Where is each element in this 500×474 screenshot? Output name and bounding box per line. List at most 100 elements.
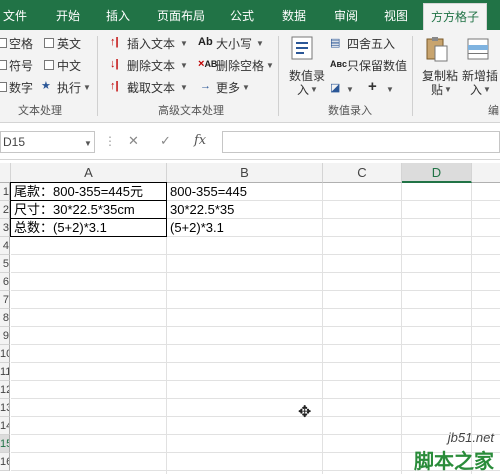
cancel-icon[interactable]: ✕: [128, 133, 139, 149]
row-header-11[interactable]: 11: [0, 363, 10, 381]
tab-fangfang-gezi[interactable]: 方方格子: [423, 3, 487, 30]
execute-dropdown-icon[interactable]: ▼: [83, 83, 91, 92]
more-button[interactable]: 更多: [216, 79, 240, 96]
new-insert-label-line2: 入: [470, 83, 483, 97]
plus-dropdown-icon[interactable]: ▼: [386, 85, 394, 94]
row-header-14[interactable]: 14: [0, 417, 10, 435]
more-dropdown-icon[interactable]: ▼: [242, 83, 250, 92]
keep-values-button[interactable]: 只保留数值: [347, 57, 407, 74]
copy-paste-dropdown-icon[interactable]: ▼: [444, 85, 452, 94]
keep-values-icon: Aʙc: [330, 59, 348, 69]
grid-line: [11, 416, 500, 417]
row-header-9[interactable]: 9: [0, 327, 10, 345]
delete-text-button[interactable]: 删除文本: [127, 57, 175, 74]
english-checkbox[interactable]: [44, 38, 54, 48]
grid-line: [11, 380, 500, 381]
insert-text-button[interactable]: 插入文本: [127, 35, 175, 52]
cell-a2[interactable]: 尺寸：30*22.5*35cm: [11, 201, 166, 219]
row-header-7[interactable]: 7: [0, 291, 10, 309]
row-header-10[interactable]: 10: [0, 345, 10, 363]
column-header-c[interactable]: C: [323, 163, 402, 183]
cell-cursor-icon: ✥: [298, 404, 312, 421]
row-header-6[interactable]: 6: [0, 273, 10, 291]
row-header-12[interactable]: 12: [0, 381, 10, 399]
column-header-d[interactable]: D: [402, 163, 472, 183]
grid-line: [11, 308, 500, 309]
insert-text-dropdown-icon[interactable]: ▼: [180, 39, 188, 48]
cell-a3[interactable]: 总数：(5+2)*3.1: [11, 219, 166, 237]
grid-line: [11, 344, 500, 345]
advanced-text-group-label: 高级文本处理: [158, 105, 224, 117]
chinese-checkbox[interactable]: [44, 60, 54, 70]
tab-formulas[interactable]: 公式: [222, 0, 262, 30]
cell-b3[interactable]: (5+2)*3.1: [167, 219, 322, 237]
ribbon: 空格 英文 符号 中文 数字 ★ 执行 ▼ 文本处理 ↑| 插入文本 ▼ ↓| …: [0, 30, 500, 123]
number-entry-dropdown-icon[interactable]: ▼: [310, 85, 318, 94]
delete-text-icon: ↓|: [110, 58, 119, 70]
cell-a1[interactable]: 尾款：800-355=445元: [11, 183, 166, 201]
watermark: jb51.net 脚本之家: [414, 430, 494, 474]
confirm-icon[interactable]: ✓: [160, 133, 171, 149]
new-insert-dropdown-icon[interactable]: ▼: [483, 85, 491, 94]
delete-space-dropdown-icon[interactable]: ▼: [266, 61, 274, 70]
delete-space-icon: ×AB: [198, 58, 218, 70]
grid-line: [11, 398, 500, 399]
cell-b2[interactable]: 30*22.5*35: [167, 201, 322, 219]
column-header-e[interactable]: [472, 163, 500, 183]
row-header-16[interactable]: 16: [0, 453, 10, 471]
row-header-2[interactable]: 2: [0, 201, 10, 219]
delete-space-button[interactable]: 删除空格: [216, 57, 264, 74]
column-header-a[interactable]: A: [11, 163, 167, 183]
row-header-13[interactable]: 13: [0, 399, 10, 417]
delete-text-dropdown-icon[interactable]: ▼: [180, 61, 188, 70]
round-icon: ▤: [330, 37, 341, 49]
tab-home[interactable]: 开始: [48, 0, 88, 30]
row-header-1[interactable]: 1: [0, 183, 10, 201]
case-dropdown-icon[interactable]: ▼: [256, 39, 264, 48]
tab-data[interactable]: 数据: [274, 0, 314, 30]
number-entry-label-line2: 入: [297, 83, 310, 97]
row-header-8[interactable]: 8: [0, 309, 10, 327]
symbol-checkbox[interactable]: [0, 60, 7, 70]
tab-view[interactable]: 视图: [376, 0, 416, 30]
name-box[interactable]: D15: [0, 131, 95, 153]
name-box-dropdown-icon[interactable]: ▼: [84, 139, 92, 148]
column-header-b[interactable]: B: [167, 163, 323, 183]
group-divider: [97, 36, 98, 116]
formula-bar: D15 ▼ ⋮ ✕ ✓ fx: [0, 124, 500, 160]
group-divider: [412, 36, 413, 116]
tab-review[interactable]: 审阅: [326, 0, 366, 30]
text-processing-group-label: 文本处理: [18, 105, 62, 117]
format-dropdown-icon[interactable]: ▼: [346, 85, 354, 94]
select-all-corner[interactable]: [0, 163, 11, 183]
formula-input[interactable]: [222, 131, 500, 153]
cell-b1[interactable]: 800-355=445: [167, 183, 322, 201]
grid-line: [11, 272, 500, 273]
row-header-15[interactable]: 15: [0, 435, 10, 453]
number-checkbox[interactable]: [0, 82, 7, 92]
format-icon[interactable]: ◪: [330, 81, 340, 94]
space-label: 空格: [9, 37, 34, 51]
cut-text-dropdown-icon[interactable]: ▼: [180, 83, 188, 92]
tab-page-layout[interactable]: 页面布局: [148, 0, 214, 30]
english-label: 英文: [57, 37, 82, 51]
row-header-3[interactable]: 3: [0, 219, 10, 237]
plus-button[interactable]: +: [368, 78, 377, 95]
space-checkbox[interactable]: [0, 38, 7, 48]
watermark-brand: 脚本之家: [414, 451, 494, 473]
number-entry-group-label: 数值录入: [328, 105, 372, 117]
copy-paste-icon: [426, 37, 448, 62]
tab-file[interactable]: 文件: [0, 0, 30, 30]
row-header-4[interactable]: 4: [0, 237, 10, 255]
cut-text-button[interactable]: 截取文本: [127, 79, 175, 96]
insert-function-icon[interactable]: fx: [194, 133, 206, 148]
number-label: 数字: [9, 81, 34, 95]
row-header-5[interactable]: 5: [0, 255, 10, 273]
execute-button[interactable]: 执行: [57, 79, 81, 96]
grid-line: [322, 183, 323, 474]
round-button[interactable]: 四舍五入: [347, 35, 395, 52]
cut-text-icon: ↑|: [110, 80, 119, 92]
grid-line: [401, 183, 402, 474]
tab-insert[interactable]: 插入: [98, 0, 138, 30]
case-button[interactable]: 大小写: [216, 35, 252, 52]
